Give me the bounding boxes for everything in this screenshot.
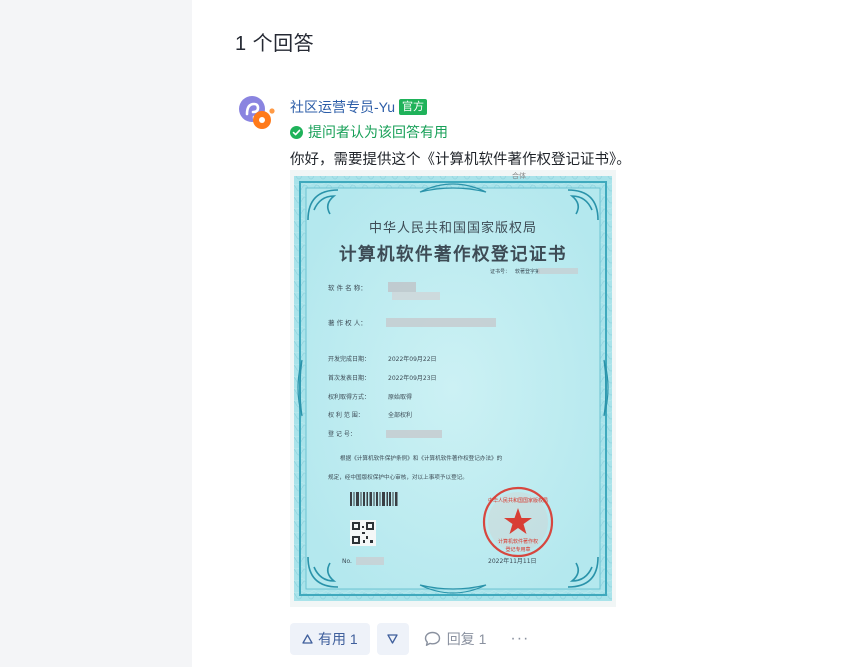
statement-line1: 根据《计算机软件保护条例》和《计算机软件著作权登记办法》的: [340, 454, 503, 462]
qr-code: [350, 520, 376, 546]
software-name-blur-2: [392, 292, 440, 300]
dev-date-label: 开发完成日期：: [328, 355, 370, 363]
owner-blur: [386, 318, 496, 327]
reg-no-blur: [386, 430, 442, 438]
issue-date: 2022年11月11日: [488, 557, 537, 565]
answer-body-text: 你好，需要提供这个《计算机软件著作权登记证书》。: [290, 152, 631, 168]
certificate-image[interactable]: 合体 中华人民共和国国家版权局 计算机软件著作权登记证书 证书号： 软著登字第 …: [290, 170, 616, 607]
check-circle-icon: [290, 125, 303, 139]
downvote-button[interactable]: [376, 623, 409, 655]
accepted-label: 提问者认为该回答有用: [308, 124, 448, 140]
official-badge: 官方: [399, 99, 428, 115]
reply-label: 回复 1: [446, 631, 487, 647]
seal-text-top: 中华人民共和国国家版权局: [488, 497, 548, 504]
cert-no-blur: [538, 268, 578, 274]
owner-label: 著 作 权 人：: [328, 318, 367, 327]
dev-date-value: 2022年09月22日: [388, 355, 437, 363]
seal-text-bottom2: 登记专用章: [505, 546, 530, 553]
answer-action-bar: 有用 1 回复 1 ···: [290, 622, 529, 656]
cert-top-mark: 合体: [512, 171, 526, 180]
barcode: [350, 492, 398, 506]
useful-button[interactable]: 有用 1: [290, 623, 370, 655]
reg-no-label: 登 记 号：: [328, 430, 356, 438]
statement-line2: 规定，经中国版权保护中心审核，对以上事项予以登记。: [328, 473, 468, 481]
cert-title-line2: 计算机软件著作权登记证书: [339, 244, 567, 265]
publish-date-value: 2022年09月23日: [388, 374, 437, 382]
official-seal: 中华人民共和国国家版权局 计算机软件著作权 登记专用章: [482, 486, 554, 558]
software-name-label: 软 件 名 称：: [328, 283, 367, 292]
software-name-blur-1: [388, 282, 416, 292]
publish-date-label: 首次发表日期：: [328, 374, 370, 382]
cert-title-line1: 中华人民共和国国家版权局: [369, 220, 537, 236]
accepted-indicator: 提问者认为该回答有用: [290, 122, 448, 142]
acquire-value: 原始取得: [388, 393, 412, 401]
author-name[interactable]: 社区运营专员-Yu: [290, 97, 395, 117]
answer-count: 1 个回答: [235, 33, 315, 55]
scope-label: 权 利 范 围：: [328, 411, 364, 419]
acquire-label: 权利取得方式：: [328, 393, 370, 401]
more-options-button[interactable]: ···: [510, 631, 529, 647]
avatar[interactable]: [237, 94, 275, 132]
scope-value: 全部权利: [388, 411, 412, 419]
cert-no-value: 软著登字第: [515, 268, 540, 275]
serial-label: No.: [342, 558, 352, 565]
cert-no-label: 证书号：: [490, 268, 510, 275]
seal-text-bottom1: 计算机软件著作权: [498, 538, 538, 545]
useful-label: 有用 1: [318, 631, 358, 647]
reply-button[interactable]: 回复 1: [424, 629, 487, 649]
comment-bubble-icon: [424, 631, 440, 646]
left-rail: [0, 0, 192, 667]
triangle-up-icon: [302, 634, 313, 644]
triangle-down-icon: [387, 634, 398, 644]
serial-blur: [356, 557, 384, 565]
author-row: 社区运营专员-Yu 官方: [290, 97, 428, 117]
answer-section: 1 个回答 社区运营专员-Yu 官方 提问者认为该回答有用 你好，需要提供这个《…: [192, 0, 852, 667]
